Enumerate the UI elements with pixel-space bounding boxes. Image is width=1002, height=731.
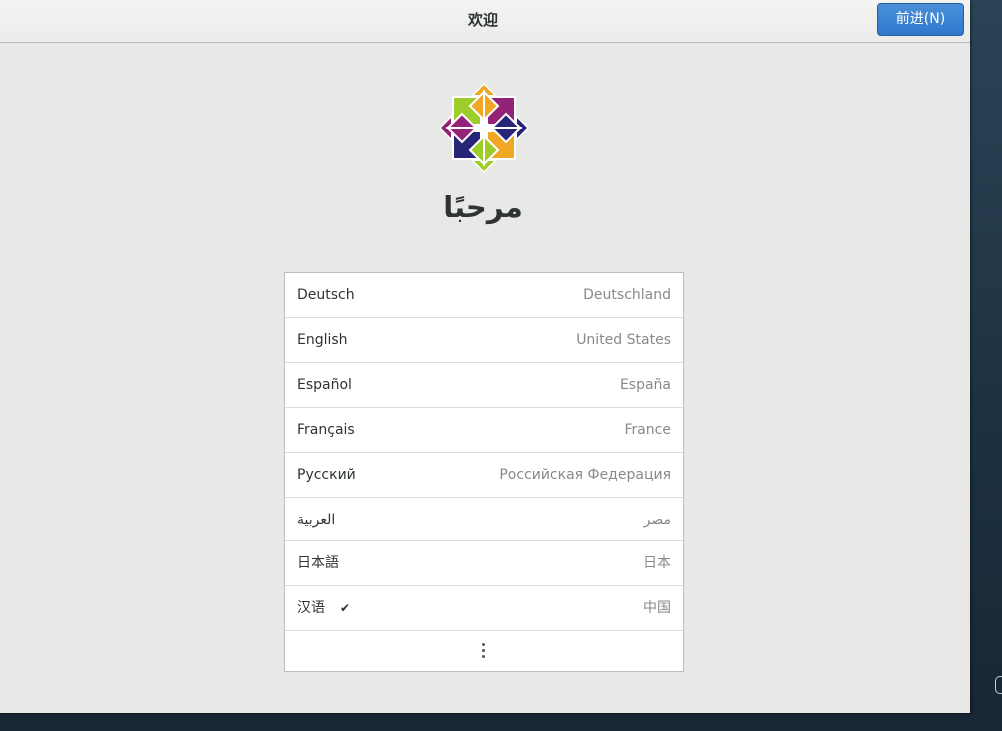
language-row-arabic[interactable]: العربية مصر <box>285 498 683 541</box>
centos-logo-icon <box>439 83 529 173</box>
language-region: Deutschland <box>583 287 671 303</box>
initial-setup-window: 欢迎 前进(N) مرحبًا Deutsch Deutschland Engl… <box>0 0 970 713</box>
language-name: Deutsch <box>297 287 355 303</box>
language-name: 汉语 <box>297 600 325 616</box>
window-title: 欢迎 <box>467 11 498 29</box>
language-region: France <box>624 422 671 438</box>
more-languages-button[interactable] <box>285 631 683 671</box>
language-row-chinese[interactable]: 汉语 ✔ 中国 <box>285 586 683 631</box>
next-button[interactable]: 前进(N) <box>877 3 964 36</box>
welcome-greeting: مرحبًا <box>443 190 523 224</box>
language-region: مصر <box>643 512 671 528</box>
language-region: 中国 <box>643 600 671 616</box>
language-name: Русский <box>297 467 356 483</box>
header-bar: 欢迎 前进(N) <box>0 0 970 43</box>
language-row-russian[interactable]: Русский Российская Федерация <box>285 453 683 498</box>
language-row-deutsch[interactable]: Deutsch Deutschland <box>285 273 683 318</box>
language-region: 日本 <box>643 555 671 571</box>
language-region: España <box>619 377 671 393</box>
language-list: Deutsch Deutschland English United State… <box>284 272 684 672</box>
more-vertical-icon <box>482 643 486 659</box>
language-row-japanese[interactable]: 日本語 日本 <box>285 541 683 586</box>
language-row-espanol[interactable]: Español España <box>285 363 683 408</box>
language-name: English <box>297 332 348 348</box>
checkmark-icon: ✔ <box>340 601 351 615</box>
language-region: Российская Федерация <box>499 467 671 483</box>
language-name: Français <box>297 422 355 438</box>
language-row-english[interactable]: English United States <box>285 318 683 363</box>
language-row-francais[interactable]: Français France <box>285 408 683 453</box>
language-name: Español <box>297 377 352 393</box>
language-name: 日本語 <box>297 555 339 571</box>
language-name: العربية <box>297 512 336 528</box>
desktop-icon-partial <box>995 676 1002 694</box>
language-region: United States <box>576 332 671 348</box>
